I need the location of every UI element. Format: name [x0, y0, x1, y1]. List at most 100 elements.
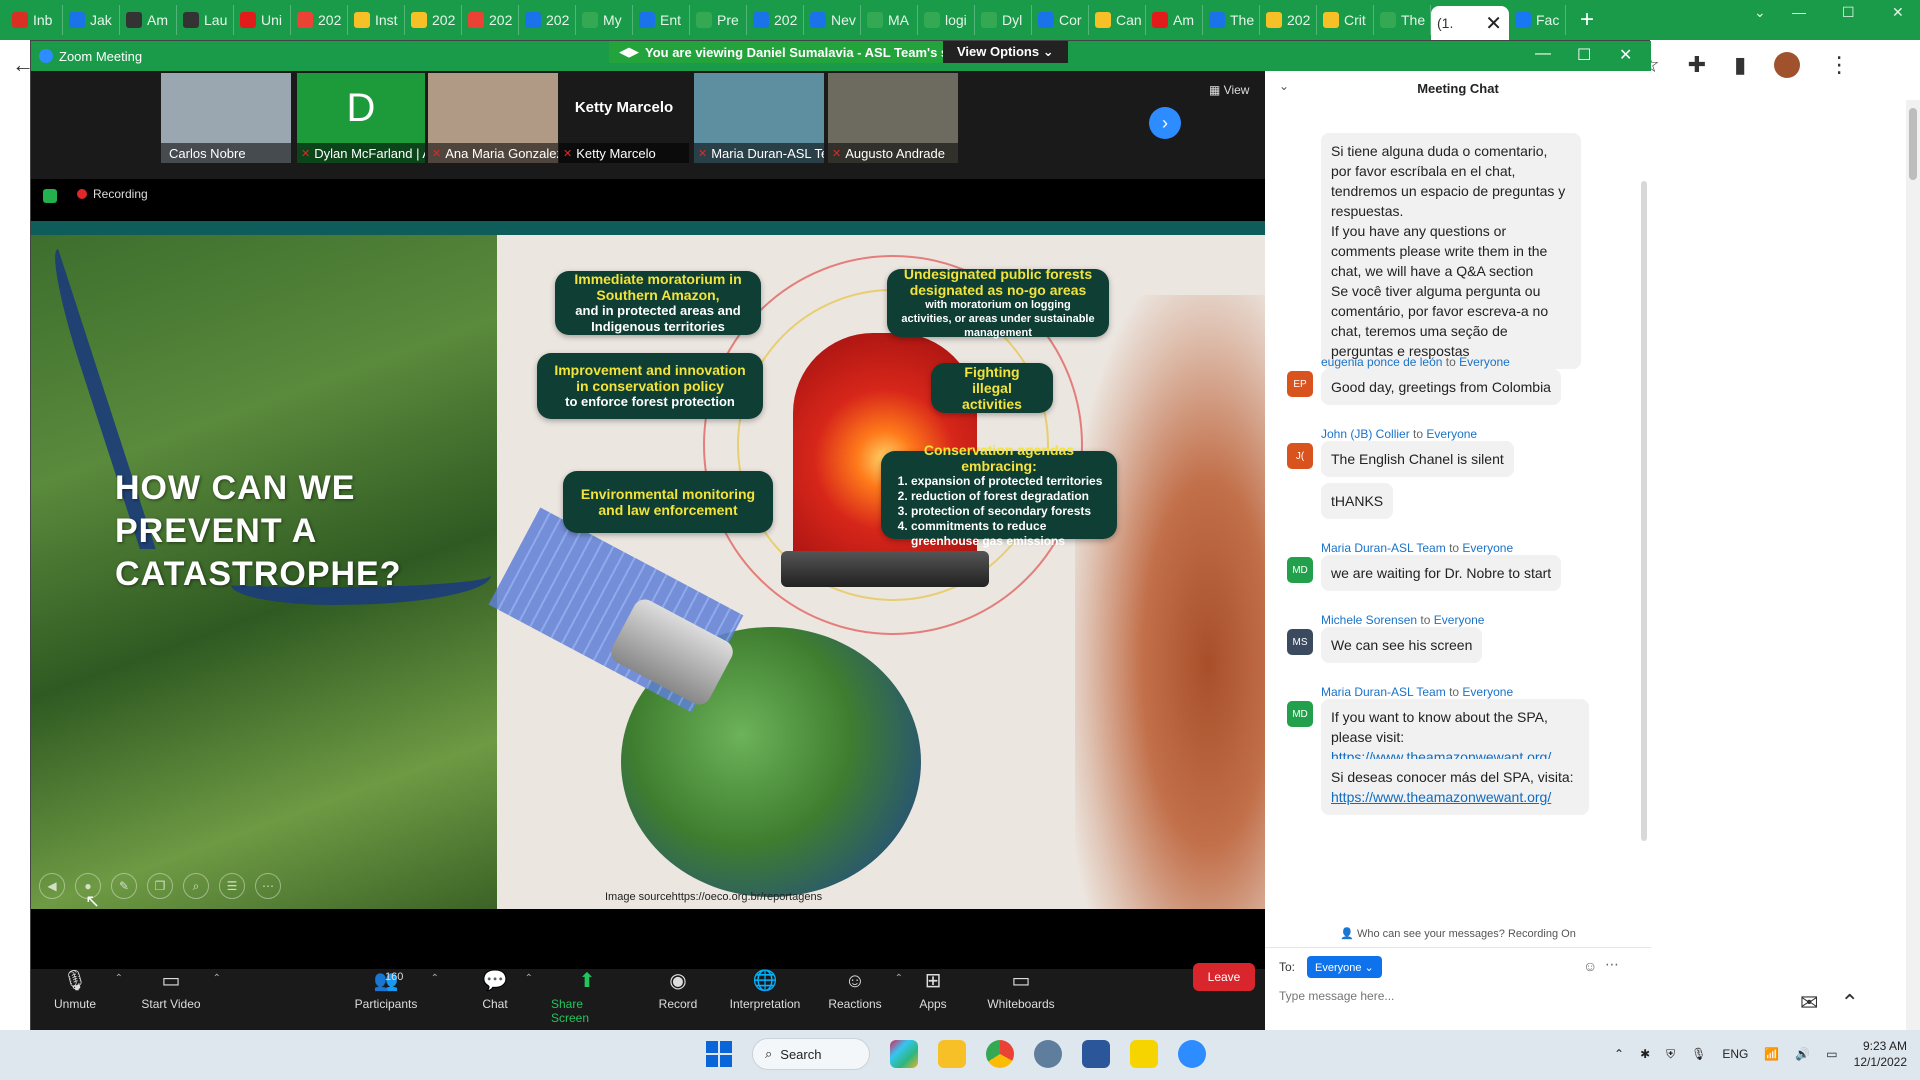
browser-maximize-button[interactable]: ☐ [1842, 4, 1855, 21]
browser-tab[interactable]: The [1374, 5, 1431, 35]
browser-tab[interactable]: Pre [690, 5, 747, 35]
browser-tab[interactable]: Inb [6, 5, 63, 35]
browser-scrollbar[interactable] [1906, 100, 1920, 1030]
browser-scroll-thumb[interactable] [1909, 108, 1917, 180]
sender-target[interactable]: Everyone [1426, 427, 1477, 441]
windows-start-icon[interactable] [706, 1041, 732, 1067]
zoom-close-button[interactable]: ✕ [1619, 45, 1632, 65]
browser-tab[interactable]: Dyl [975, 5, 1032, 35]
sender-name[interactable]: eugenia ponce de león [1321, 355, 1442, 369]
security-shield-icon[interactable] [43, 189, 57, 203]
record-button[interactable]: ◉ Record [655, 969, 701, 1011]
browser-close-button[interactable]: ✕ [1892, 4, 1904, 21]
browser-tab[interactable]: Ent [633, 5, 690, 35]
mail-icon[interactable]: ✉ [1800, 990, 1818, 1016]
sidepanel-icon[interactable]: ▮ [1734, 52, 1746, 78]
zoom-maximize-button[interactable]: ☐ [1577, 45, 1591, 65]
slide-more-icon[interactable]: ⋯ [255, 873, 281, 899]
slack-icon[interactable] [890, 1040, 918, 1068]
taskbar-clock[interactable]: 9:23 AM 12/1/2022 [1854, 1038, 1907, 1070]
browser-tab[interactable]: Inst [348, 5, 405, 35]
participants-caret-icon[interactable]: ⌃ [431, 973, 439, 984]
browser-menu-icon[interactable]: ⋮ [1828, 52, 1850, 78]
sender-name[interactable]: John (JB) Collier [1321, 427, 1410, 441]
participants-button[interactable]: 👥 160 Participants ⌃ [351, 969, 439, 1011]
word-icon[interactable] [1082, 1040, 1110, 1068]
sender-target[interactable]: Everyone [1434, 613, 1485, 627]
sender-target[interactable]: Everyone [1462, 685, 1513, 699]
slide-subtitles-icon[interactable]: ☰ [219, 873, 245, 899]
slide-copy-icon[interactable]: ❐ [147, 873, 173, 899]
browser-tab[interactable]: MA [861, 5, 918, 35]
chat-button[interactable]: 💬 Chat ⌃ [475, 969, 533, 1011]
apps-button[interactable]: ⊞ Apps [913, 969, 953, 1011]
taskbar-search[interactable]: ⌕ Search [752, 1038, 870, 1070]
chrome-icon[interactable] [986, 1040, 1014, 1068]
tab-search-icon[interactable]: ⌄ [1754, 4, 1766, 21]
sender-name[interactable]: Maria Duran-ASL Team [1321, 541, 1446, 555]
browser-tab[interactable]: 202 [405, 5, 462, 35]
start-video-button[interactable]: ▭ Start Video ⌃ [139, 969, 221, 1011]
browser-tab[interactable]: Nev [804, 5, 861, 35]
settings-gear-icon[interactable] [1034, 1040, 1062, 1068]
chat-link[interactable]: https://www.theamazonwewant.org/ [1331, 789, 1551, 805]
scroll-top-icon[interactable]: ⌃ [1840, 990, 1858, 1016]
audio-options-caret-icon[interactable]: ⌃ [115, 973, 123, 984]
browser-tab[interactable]: 202 [519, 5, 576, 35]
browser-tab[interactable]: 202 [462, 5, 519, 35]
browser-tab[interactable]: Uni [234, 5, 291, 35]
file-explorer-icon[interactable] [938, 1040, 966, 1068]
leave-button[interactable]: Leave [1193, 963, 1255, 991]
interpretation-button[interactable]: 🌐 Interpretation [725, 969, 805, 1011]
participant-tile[interactable]: ✕ Augusto Andrade [828, 73, 958, 163]
view-options-button[interactable]: View Options ⌄ [943, 41, 1068, 63]
volume-icon[interactable]: 🔊 [1795, 1047, 1810, 1061]
browser-minimize-button[interactable]: — [1792, 4, 1806, 20]
sender-name[interactable]: Michele Sorensen [1321, 613, 1417, 627]
microphone-icon[interactable]: 🎙 [1691, 1047, 1706, 1061]
participant-tile[interactable]: ✕ Ana Maria Gonzalez [428, 73, 558, 163]
sticky-notes-icon[interactable] [1130, 1040, 1158, 1068]
sender-target[interactable]: Everyone [1459, 355, 1510, 369]
shield-tray-icon[interactable]: ⛨ [1666, 1047, 1675, 1062]
sender-target[interactable]: Everyone [1462, 541, 1513, 555]
whiteboards-button[interactable]: ▭ Whiteboards [981, 969, 1061, 1011]
browser-tab-active[interactable]: (1. ✕ [1431, 6, 1509, 40]
participant-tile[interactable]: ✕Maria Duran-ASL Team [694, 73, 824, 163]
browser-tab[interactable]: Am [1146, 5, 1203, 35]
browser-tab[interactable]: Am [120, 5, 177, 35]
tab-close-icon[interactable]: ✕ [1485, 11, 1502, 36]
slide-zoom-icon[interactable]: ⌕ [183, 873, 209, 899]
unmute-button[interactable]: 🎙 Unmute ⌃ [45, 969, 123, 1011]
chat-message-input[interactable] [1279, 984, 1629, 1008]
zoom-minimize-button[interactable]: — [1535, 45, 1551, 63]
browser-tab[interactable]: Fac [1509, 5, 1566, 35]
language-indicator[interactable]: ENG [1722, 1047, 1748, 1061]
view-button[interactable]: ▦ View [1209, 83, 1249, 97]
slide-prev-icon[interactable]: ◀ [39, 873, 65, 899]
tray-overflow-icon[interactable]: ⌃ [1614, 1047, 1624, 1061]
emoji-icon[interactable]: ☺ [1583, 958, 1597, 974]
browser-tab[interactable]: 202 [1260, 5, 1317, 35]
reactions-caret-icon[interactable]: ⌃ [895, 973, 903, 984]
slack-tray-icon[interactable]: ✱ [1640, 1047, 1650, 1061]
extensions-icon[interactable]: ✚ [1688, 52, 1706, 78]
browser-tab[interactable]: Cor [1032, 5, 1089, 35]
chat-scrollbar[interactable] [1641, 181, 1647, 841]
participant-tile[interactable]: Ketty Marcelo ✕ Ketty Marcelo [559, 73, 689, 163]
browser-tab[interactable]: Lau [177, 5, 234, 35]
browser-tab[interactable]: 202 [291, 5, 348, 35]
wifi-icon[interactable]: 📶 [1764, 1047, 1779, 1061]
chat-caret-icon[interactable]: ⌃ [525, 973, 533, 984]
zoom-app-icon[interactable] [1178, 1040, 1206, 1068]
recipient-select[interactable]: Everyone ⌄ [1307, 956, 1382, 978]
browser-tab[interactable]: Crit [1317, 5, 1374, 35]
battery-icon[interactable]: ▭ [1826, 1047, 1837, 1061]
browser-tab[interactable]: 202 [747, 5, 804, 35]
who-can-see-messages[interactable]: 👤 Who can see your messages? Recording O… [1265, 927, 1651, 940]
video-options-caret-icon[interactable]: ⌃ [213, 973, 221, 984]
participant-tile[interactable]: D ✕Dylan McFarland | A... [297, 73, 425, 163]
browser-tab[interactable]: Jak [63, 5, 120, 35]
new-tab-button[interactable]: + [1580, 6, 1594, 34]
sender-name[interactable]: Maria Duran-ASL Team [1321, 685, 1446, 699]
